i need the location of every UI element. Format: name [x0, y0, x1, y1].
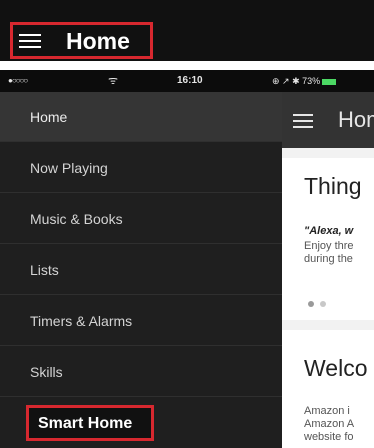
sidebar-item-label: Lists: [30, 262, 59, 278]
status-indicators-text: ⊕ ↗ ✱ 73%: [272, 76, 321, 86]
callout-bar: Home: [0, 0, 374, 61]
card-text: Amazon A: [304, 418, 355, 430]
wifi-icon: ᯤ: [108, 75, 119, 87]
battery-icon: [322, 78, 337, 85]
sidebar-item-timers-alarms[interactable]: Timers & Alarms: [0, 296, 282, 346]
card-text: during the: [304, 253, 353, 265]
callout-highlight-box[interactable]: Home: [10, 22, 153, 59]
carousel-dot[interactable]: [320, 301, 326, 307]
welcome-card[interactable]: Welco Amazon i Amazon A website fo: [282, 330, 374, 448]
sidebar-item-label: Smart Home: [38, 415, 133, 432]
card-title: Welco: [304, 355, 368, 381]
sidebar-menu: Home Now Playing Music & Books Lists Tim…: [0, 92, 282, 448]
app-header: Hom: [282, 92, 374, 148]
sidebar-item-label: Timers & Alarms: [30, 313, 133, 329]
sidebar-item-label: Skills: [30, 364, 63, 380]
phone-screen: ●○○○○ ᯤ 16:10 ⊕ ↗ ✱ 73% Home Now Playing…: [0, 70, 374, 448]
hamburger-menu-icon[interactable]: [19, 34, 41, 48]
sidebar-item-label: Music & Books: [30, 211, 123, 227]
callout-title: Home: [66, 28, 130, 54]
sidebar-item-label: Home: [30, 109, 68, 125]
card-text: Enjoy thre: [304, 240, 354, 252]
carousel-dots[interactable]: [308, 294, 332, 312]
sidebar-item-skills[interactable]: Skills: [0, 347, 282, 397]
card-title: Thing: [304, 173, 362, 199]
card-text: Amazon i: [304, 405, 350, 417]
sidebar-item-smart-home[interactable]: Smart Home: [0, 398, 282, 448]
things-to-try-card[interactable]: Thing "Alexa, w Enjoy thre during the: [282, 158, 374, 320]
app-content-pane: Hom Thing "Alexa, w Enjoy thre during th…: [282, 92, 374, 448]
card-text: website fo: [304, 431, 354, 443]
status-indicators: ⊕ ↗ ✱ 73%: [272, 70, 337, 92]
app-header-title: Hom: [338, 107, 374, 132]
sidebar-item-label: Now Playing: [30, 160, 108, 176]
status-time: 16:10: [177, 75, 203, 86]
status-bar: ●○○○○ ᯤ 16:10 ⊕ ↗ ✱ 73%: [0, 70, 374, 92]
signal-strength: ●○○○○: [8, 76, 28, 85]
sidebar-item-lists[interactable]: Lists: [0, 245, 282, 295]
sidebar-item-home[interactable]: Home: [0, 92, 282, 142]
sidebar-item-music-books[interactable]: Music & Books: [0, 194, 282, 244]
hamburger-menu-icon[interactable]: [293, 114, 313, 128]
carousel-dot[interactable]: [308, 301, 314, 307]
card-quote: "Alexa, w: [304, 225, 354, 237]
smart-home-highlight-box[interactable]: Smart Home: [26, 405, 154, 441]
sidebar-item-now-playing[interactable]: Now Playing: [0, 143, 282, 193]
